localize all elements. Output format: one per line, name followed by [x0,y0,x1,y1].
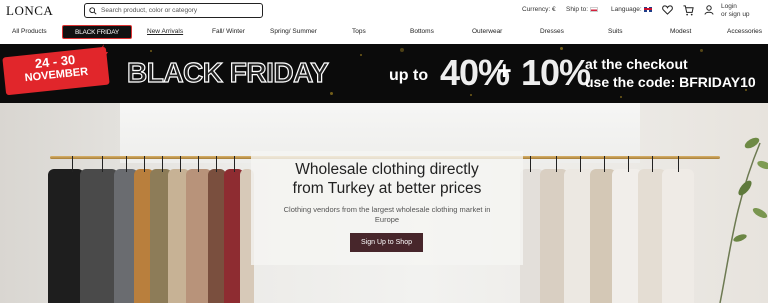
search-bar[interactable] [84,3,263,18]
sign-up-to-shop-button[interactable]: Sign Up to Shop [350,233,423,252]
hero-title-line1: Wholesale clothing directly [295,161,479,178]
logo[interactable]: LONCA [6,3,53,19]
nav-fall-winter[interactable]: Fall/ Winter [212,28,245,35]
garment-black-coat [48,169,84,303]
hero-title: Wholesale clothing directly from Turkey … [251,160,523,198]
banner-title: BLACK FRIDAY [126,56,329,88]
language-selector[interactable]: Language: [611,6,652,13]
language-label: Language: [611,6,642,13]
uk-flag-icon [643,6,652,12]
login-link[interactable]: Login or sign up [721,3,750,19]
nav-spring-summer[interactable]: Spring/ Summer [270,28,317,35]
signup-label[interactable]: or sign up [721,11,750,19]
garment-light-right-7 [662,169,694,303]
ship-to-label: Ship to: [566,6,589,13]
currency-selector[interactable]: Currency: € [522,6,556,13]
search-icon [89,6,97,15]
search-input[interactable] [101,7,261,14]
top-header: LONCA Currency: € Ship to: Language: Log… [0,0,768,22]
nav-black-friday[interactable]: BLACK FRIDAY [62,25,132,39]
hero-subtitle: Clothing vendors from the largest wholes… [283,205,491,224]
hero-section: Wholesale clothing directly from Turkey … [0,103,768,303]
black-friday-banner[interactable]: 24 - 30 NOVEMBER BLACK FRIDAY up to 40% … [0,44,768,103]
nav-bottoms[interactable]: Bottoms [410,28,434,35]
banner-up-to: up to [389,67,429,84]
user-icon [704,5,714,15]
nav-dresses[interactable]: Dresses [540,28,564,35]
nav-modest[interactable]: Modest [670,28,691,35]
garment-grey-jacket [80,169,118,303]
lightning-icon [96,44,108,66]
ship-to-selector[interactable]: Ship to: [566,6,599,13]
nav-all-products[interactable]: All Products [12,28,47,35]
cart-button[interactable] [682,4,694,16]
banner-plus: + [497,57,512,85]
nav-accessories[interactable]: Accessories [727,28,762,35]
wishlist-button[interactable] [661,4,673,16]
cart-icon [682,4,694,15]
account-button[interactable] [703,4,715,16]
plant-decoration [719,137,768,303]
banner-discount-10: 10% [521,52,591,93]
category-nav: All Products BLACK FRIDAY New Arrivals F… [0,24,768,42]
nav-suits[interactable]: Suits [608,28,622,35]
nav-outerwear[interactable]: Outerwear [472,28,502,35]
nav-tops[interactable]: Tops [352,28,366,35]
banner-checkout-line1: at the checkout [585,56,688,72]
banner-checkout-text: at the checkout use the code: BFRIDAY10 [585,55,756,91]
hero-title-line2: from Turkey at better prices [292,180,482,197]
nav-new-arrivals[interactable]: New Arrivals [147,28,183,35]
heart-icon [661,5,673,15]
login-label[interactable]: Login [721,3,750,11]
poland-flag-icon [590,6,599,12]
banner-checkout-line2: use the code: BFRIDAY10 [585,74,756,90]
